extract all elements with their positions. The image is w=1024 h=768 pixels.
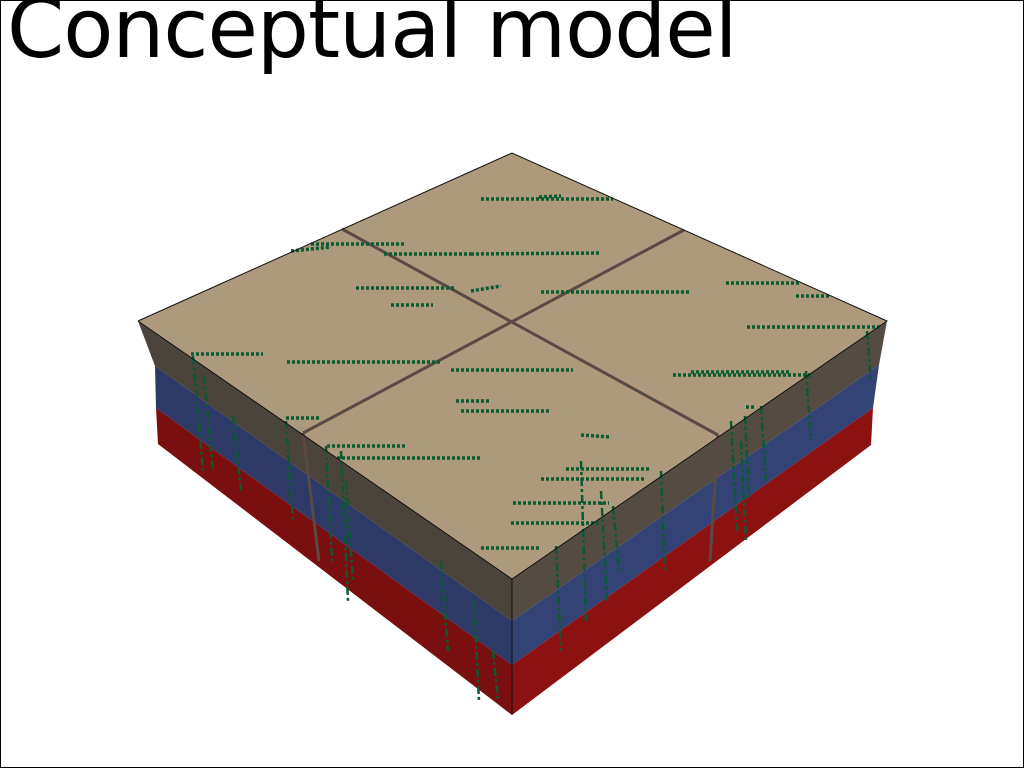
conceptual-model-3d[interactable] (1, 1, 1023, 767)
render-viewport[interactable]: Conceptual model (0, 0, 1024, 768)
